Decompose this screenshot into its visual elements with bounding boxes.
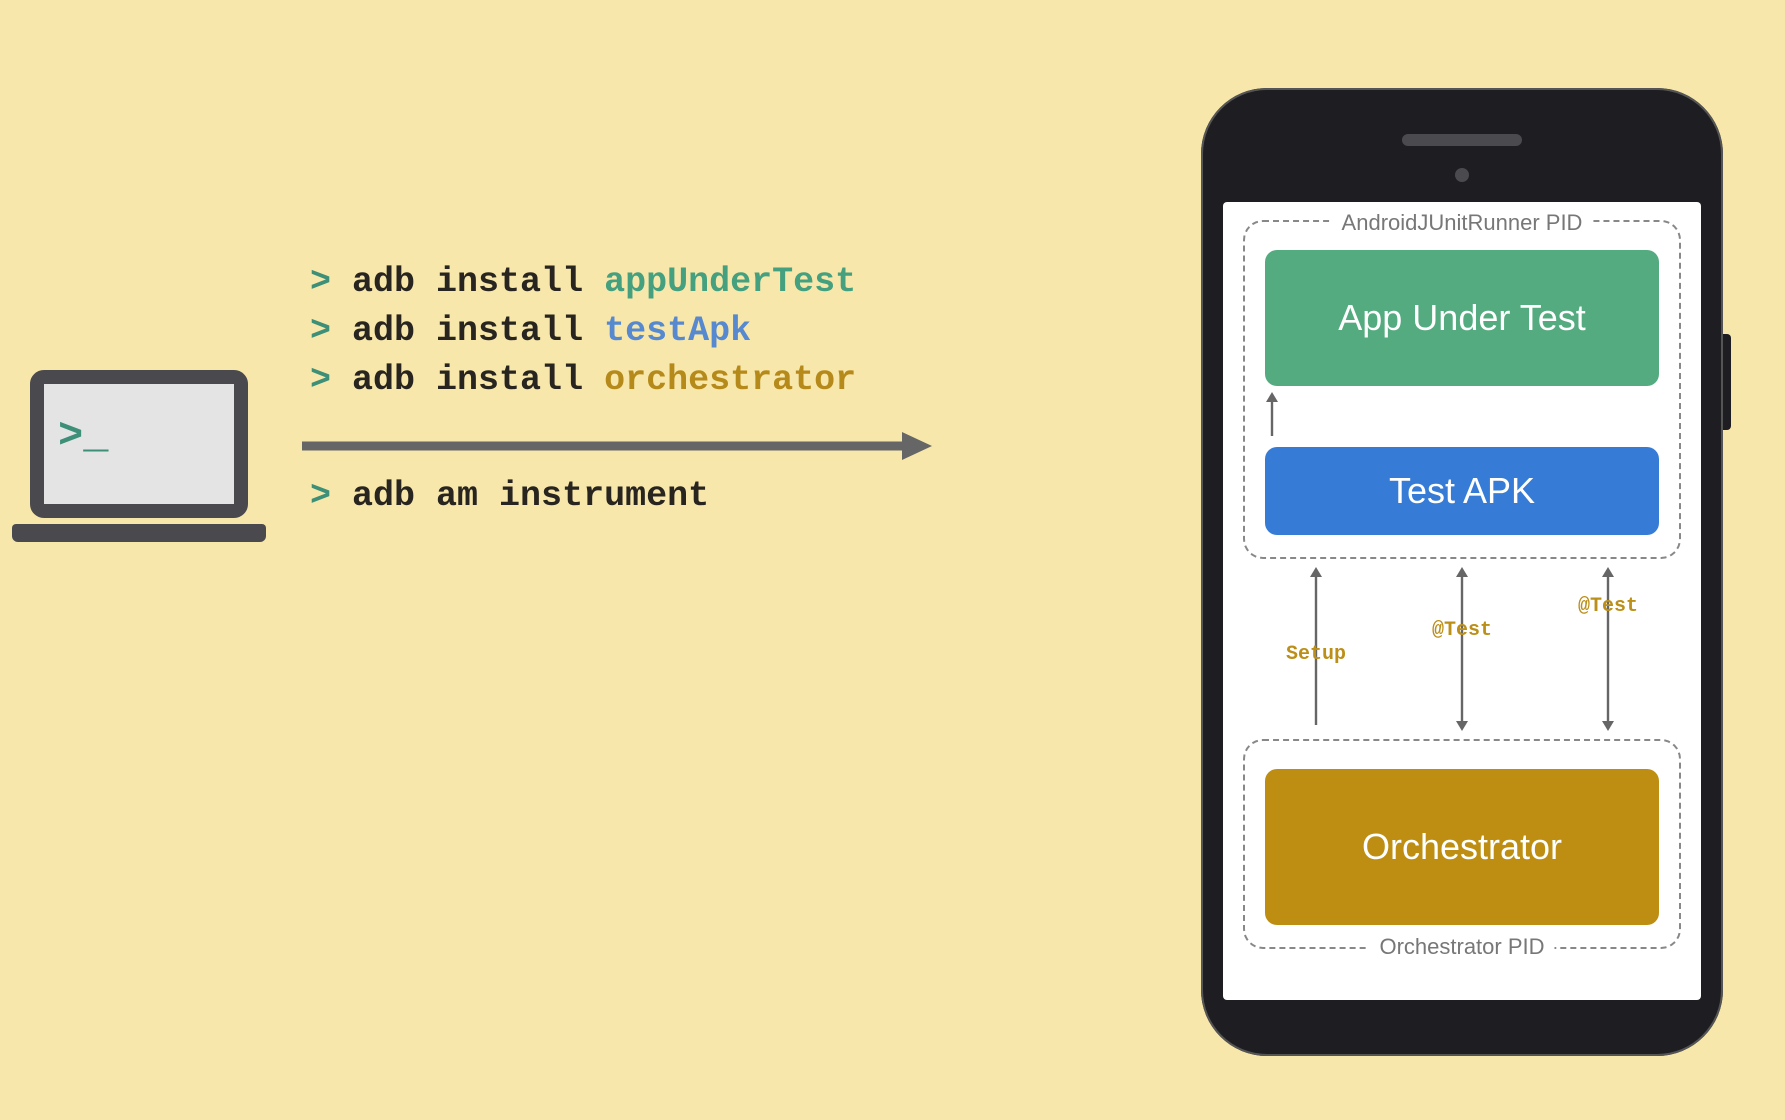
phone-side-button — [1723, 334, 1731, 430]
cmd-arg: orchestrator — [604, 360, 856, 400]
command-line-2: > adb install testApk — [310, 307, 856, 356]
arrow-up-icon — [1265, 392, 1279, 436]
command-line-1: > adb install appUnderTest — [310, 258, 856, 307]
cmd-arg: testApk — [604, 311, 751, 351]
inter-arrow-group: Setup @Test @Test — [1243, 565, 1681, 733]
laptop-icon: >_ — [30, 370, 266, 542]
prompt-angle: > — [310, 476, 331, 516]
prompt-angle: > — [310, 311, 331, 351]
prompt-angle: > — [310, 360, 331, 400]
phone-screen: AndroidJUnitRunner PID App Under Test Te… — [1223, 202, 1701, 1000]
phone-frame: AndroidJUnitRunner PID App Under Test Te… — [1201, 88, 1723, 1056]
phone-camera — [1455, 168, 1469, 182]
cmd-text: adb am instrument — [352, 476, 709, 516]
arrow-bi-icon — [1455, 565, 1469, 733]
orchestrator-pid-box: Orchestrator Orchestrator PID — [1243, 739, 1681, 949]
laptop-screen: >_ — [30, 370, 248, 518]
setup-arrow: Setup — [1243, 565, 1389, 733]
test-arrow-1: @Test — [1389, 565, 1535, 733]
pid-label-bottom: Orchestrator PID — [1369, 934, 1554, 960]
pid-label-top: AndroidJUnitRunner PID — [1332, 210, 1593, 236]
terminal-prompt: >_ — [58, 412, 108, 460]
command-line-4: > adb am instrument — [310, 476, 709, 516]
test-arrow-2: @Test — [1535, 565, 1681, 733]
test-label-2: @Test — [1578, 595, 1638, 618]
cmd-text: adb install — [352, 360, 583, 400]
arrow-to-phone-icon — [302, 426, 932, 466]
junit-runner-pid-box: AndroidJUnitRunner PID App Under Test Te… — [1243, 220, 1681, 559]
cmd-text: adb install — [352, 311, 583, 351]
phone-speaker — [1402, 134, 1522, 146]
setup-label: Setup — [1286, 643, 1346, 666]
command-line-3: > adb install orchestrator — [310, 356, 856, 405]
prompt-angle: > — [310, 262, 331, 302]
command-block: > adb install appUnderTest > adb install… — [310, 258, 856, 405]
orchestrator-box: Orchestrator — [1265, 769, 1659, 925]
cmd-arg: appUnderTest — [604, 262, 856, 302]
arrow-bi-icon — [1601, 565, 1615, 733]
laptop-base — [12, 524, 266, 542]
test-label-1: @Test — [1432, 619, 1492, 642]
app-under-test-box: App Under Test — [1265, 250, 1659, 386]
test-apk-box: Test APK — [1265, 447, 1659, 535]
cmd-text: adb install — [352, 262, 583, 302]
